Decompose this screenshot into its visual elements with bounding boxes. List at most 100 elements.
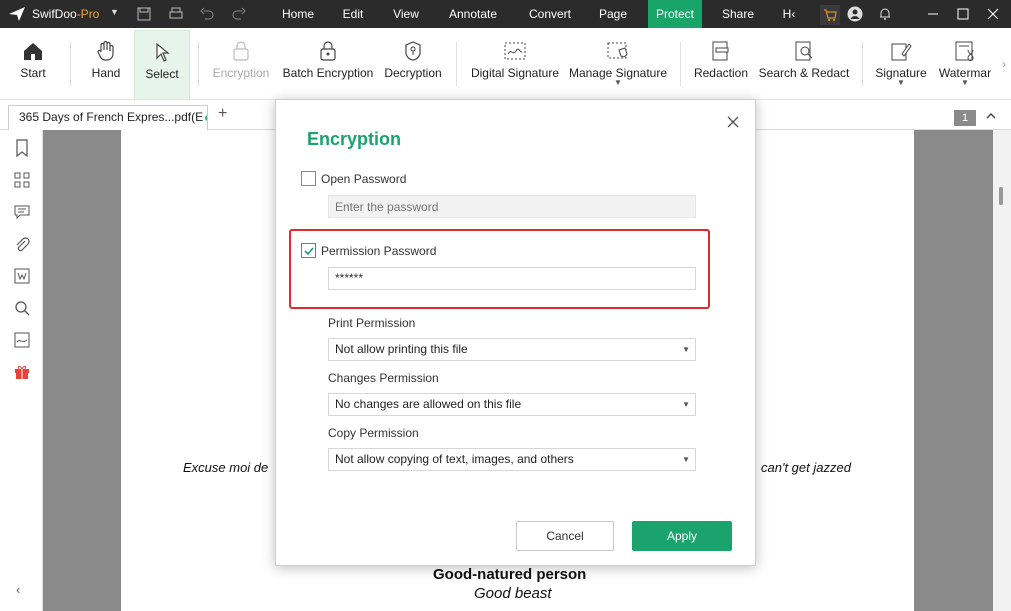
document-tab-title: 365 Days of French Expres...pdf(E (19, 110, 204, 124)
app-name: SwifDoo-Pro (32, 7, 100, 21)
signature-caret-icon[interactable]: ▼ (874, 79, 928, 87)
gift-icon[interactable] (12, 362, 32, 382)
print-icon[interactable] (167, 5, 185, 23)
home-icon (24, 43, 42, 60)
search-redact-icon (795, 41, 813, 61)
title-bar: SwifDoo-Pro ▼ Home Edit View Annotate Co… (0, 0, 1011, 28)
page-text-left: Excuse moi de (183, 460, 269, 475)
menu-home[interactable]: Home (272, 0, 324, 28)
attachment-icon[interactable] (12, 234, 32, 254)
chevron-down-icon: ▼ (682, 455, 690, 464)
collapse-sidebar-icon[interactable]: ‹ (16, 582, 20, 597)
ribbon-toolbar: Start Hand Select Encryption Batch Encry… (0, 28, 1011, 100)
lock-icon (320, 41, 336, 61)
select-tool-button[interactable]: Select (134, 30, 190, 100)
watermark-icon (955, 41, 974, 61)
print-permission-label: Print Permission (328, 316, 416, 330)
manage-signature-button[interactable]: Manage Signature ▼ (568, 32, 668, 96)
watermark-caret-icon[interactable]: ▼ (936, 79, 994, 87)
shield-key-icon (405, 41, 421, 61)
notification-bell-icon[interactable] (876, 5, 894, 23)
search-redact-button[interactable]: Search & Redact (758, 32, 850, 96)
add-tab-icon[interactable]: + (218, 105, 227, 123)
print-permission-value: Not allow printing this file (335, 342, 468, 356)
menu-edit[interactable]: Edit (332, 0, 374, 28)
search-icon[interactable] (12, 298, 32, 318)
left-sidebar: ‹ (0, 130, 43, 611)
encryption-button[interactable]: Encryption (210, 32, 272, 96)
hand-icon (97, 40, 114, 61)
digital-signature-label: Digital Signature (470, 66, 560, 80)
watermark-button[interactable]: Watermar ▼ (936, 32, 994, 96)
menu-convert[interactable]: Convert (520, 0, 580, 28)
changes-permission-value: No changes are allowed on this file (335, 397, 522, 411)
ribbon-separator (862, 42, 863, 86)
hand-label: Hand (91, 66, 121, 80)
redaction-label: Redaction (693, 66, 749, 80)
apply-button[interactable]: Apply (632, 521, 732, 551)
signature-panel-icon[interactable] (12, 330, 32, 350)
manage-signature-caret-icon[interactable]: ▼ (568, 79, 668, 87)
save-icon[interactable] (135, 5, 153, 23)
hand-tool-button[interactable]: Hand (84, 32, 128, 96)
print-permission-select[interactable]: Not allow printing this file ▼ (328, 338, 696, 361)
comment-icon[interactable] (12, 202, 32, 222)
lock-disabled-icon (233, 41, 249, 61)
undo-icon[interactable] (198, 5, 216, 23)
cart-icon[interactable] (820, 5, 840, 25)
redaction-button[interactable]: Redaction (692, 32, 750, 96)
digital-signature-button[interactable]: Digital Signature (468, 32, 562, 96)
ribbon-scroll-right-icon[interactable]: › (997, 46, 1011, 82)
menu-protect[interactable]: Protect (648, 0, 702, 28)
cancel-button[interactable]: Cancel (516, 521, 614, 551)
menu-view[interactable]: View (384, 0, 428, 28)
open-password-input[interactable] (328, 195, 696, 218)
page-heading: Good-natured person (433, 566, 587, 583)
batch-encryption-button[interactable]: Batch Encryption (280, 32, 376, 96)
close-window-icon[interactable] (978, 0, 1008, 28)
menu-help[interactable]: H‹ (774, 0, 804, 28)
cursor-arrow-icon (156, 42, 170, 62)
user-avatar-icon[interactable] (846, 5, 864, 23)
thumbnails-icon[interactable] (12, 170, 32, 190)
page-count-badge: 1 (954, 110, 976, 126)
ribbon-separator (198, 42, 199, 86)
digital-signature-icon (504, 42, 526, 60)
close-icon[interactable] (727, 112, 739, 133)
decryption-button[interactable]: Decryption (382, 32, 444, 96)
manage-signature-icon (607, 42, 628, 59)
page-subheading: Good beast (474, 585, 552, 602)
word-document-icon[interactable] (12, 266, 32, 286)
redo-icon[interactable] (230, 5, 248, 23)
menu-page[interactable]: Page (590, 0, 636, 28)
unsaved-dot-icon (205, 114, 207, 121)
maximize-icon[interactable] (948, 0, 978, 28)
open-password-checkbox[interactable] (301, 171, 316, 186)
decryption-label: Decryption (384, 66, 442, 80)
chevron-down-icon: ▼ (682, 345, 690, 354)
copy-permission-value: Not allow copying of text, images, and o… (335, 452, 574, 466)
ribbon-separator (456, 42, 457, 86)
menu-share[interactable]: Share (714, 0, 762, 28)
document-tab[interactable]: 365 Days of French Expres...pdf(E (8, 105, 208, 130)
copy-permission-select[interactable]: Not allow copying of text, images, and o… (328, 448, 696, 471)
changes-permission-select[interactable]: No changes are allowed on this file ▼ (328, 393, 696, 416)
signature-button[interactable]: Signature ▼ (874, 32, 928, 96)
encryption-label: Encryption (212, 66, 270, 80)
collapse-ribbon-icon[interactable] (985, 110, 997, 125)
encryption-dialog: Encryption Open Password Permission Pass… (275, 99, 756, 566)
open-password-label: Open Password (321, 172, 407, 186)
start-label: Start (20, 66, 46, 80)
select-label: Select (145, 67, 179, 81)
dialog-title: Encryption (307, 129, 402, 149)
minimize-icon[interactable] (918, 0, 948, 28)
batch-encryption-label: Batch Encryption (282, 66, 374, 80)
search-redact-label: Search & Redact (758, 66, 850, 80)
start-button[interactable]: Start (12, 32, 54, 96)
app-menu-dropdown-icon[interactable]: ▼ (110, 7, 119, 17)
menu-annotate[interactable]: Annotate (440, 0, 506, 28)
changes-permission-label: Changes Permission (328, 371, 439, 385)
bookmark-icon[interactable] (12, 138, 32, 158)
scrollbar-thumb[interactable] (999, 187, 1003, 205)
copy-permission-label: Copy Permission (328, 426, 419, 440)
